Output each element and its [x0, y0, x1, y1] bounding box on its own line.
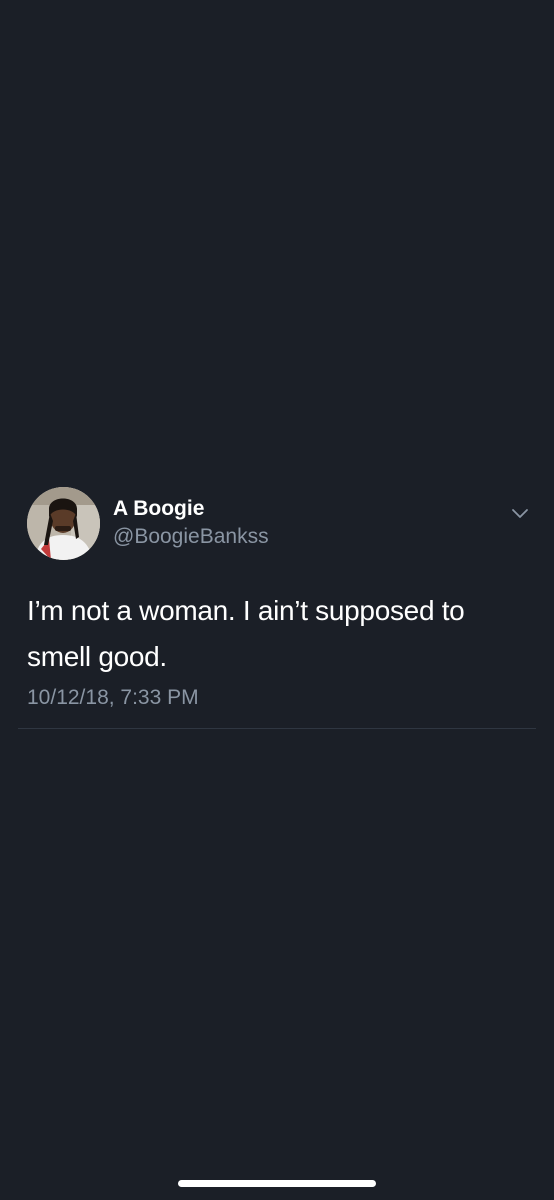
- avatar-image: [27, 487, 100, 560]
- tweet-text: I’m not a woman. I ain’t supposed to sme…: [27, 595, 465, 672]
- user-handle[interactable]: @BoogieBankss: [113, 525, 269, 549]
- chevron-down-icon[interactable]: [508, 503, 532, 523]
- tweet-timestamp: 10/12/18, 7:33 PM: [27, 686, 199, 709]
- tweet-detail: A Boogie @BoogieBankss I’m not a woman. …: [0, 0, 554, 1200]
- divider: [18, 728, 536, 729]
- avatar[interactable]: [27, 487, 100, 560]
- display-name[interactable]: A Boogie: [113, 497, 204, 521]
- home-indicator[interactable]: [178, 1180, 376, 1187]
